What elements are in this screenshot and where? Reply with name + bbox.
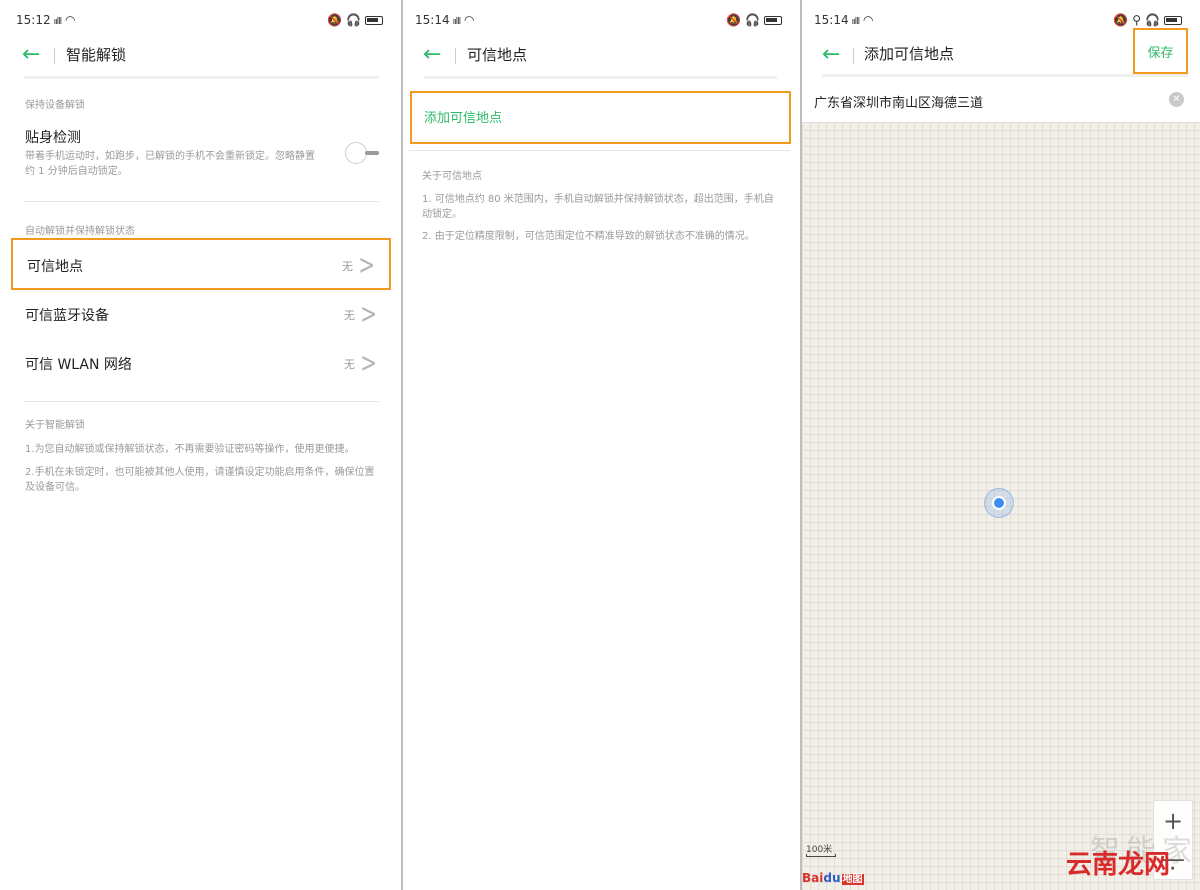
- header-divider: [455, 48, 456, 64]
- status-time: 15:14 ıılll ◠: [415, 13, 475, 27]
- header-divider: [853, 48, 854, 64]
- smart-unlock-screen: 15:12 ıılll ◠ 🔕 🎧 ← 智能解锁 保持设备解锁 贴身检测 带着手机…: [0, 0, 401, 890]
- divider: [24, 201, 379, 202]
- add-trusted-place-label: 添加可信地点: [424, 111, 503, 126]
- current-location-marker: [984, 488, 1014, 518]
- about-item-1: 1. 可信地点约 80 米范围内，手机自动解锁并保持解锁状态，超出范围，手机自动…: [422, 194, 774, 220]
- header-divider: [54, 48, 55, 64]
- mute-icon: 🔕: [327, 13, 343, 27]
- body-detect-toggle[interactable]: [343, 142, 379, 164]
- map-scale-bar: [806, 854, 836, 857]
- divider: [24, 401, 379, 402]
- address-bar[interactable]: 广东省深圳市南山区海德三道 ✕: [802, 86, 1200, 122]
- body-detect-desc: 带着手机运动时，如跑步，已解锁的手机不会重新锁定。忽略静置约 1 分钟后自动锁定…: [25, 151, 315, 177]
- page-title: 添加可信地点: [864, 45, 955, 63]
- toggle-track: [365, 151, 379, 155]
- chevron-right-icon: >: [358, 247, 375, 281]
- trusted-places-row[interactable]: 可信地点 无 >: [11, 238, 391, 290]
- header: ← 添加可信地点 保存: [802, 28, 1200, 74]
- add-trusted-place-button[interactable]: 添加可信地点: [410, 91, 791, 144]
- row-label: 可信蓝牙设备: [25, 308, 109, 324]
- headphones-icon: 🎧: [346, 13, 361, 27]
- mute-icon: 🔕: [1113, 13, 1129, 27]
- page-title: 智能解锁: [66, 46, 127, 64]
- wifi-icon: ◠: [64, 13, 76, 27]
- battery-icon: [764, 15, 782, 25]
- status-time: 15:12 ıılll ◠: [16, 13, 76, 27]
- save-button[interactable]: 保存: [1133, 28, 1188, 74]
- battery-icon: [365, 15, 383, 25]
- row-value: 无: [342, 260, 353, 273]
- header-divider-line: [822, 74, 1188, 77]
- section-keep-unlocked: 保持设备解锁: [25, 100, 85, 111]
- headphones-icon: 🎧: [745, 13, 760, 27]
- header-divider-line: [424, 76, 777, 79]
- toggle-knob: [345, 142, 367, 164]
- row-label: 可信 WLAN 网络: [25, 357, 132, 373]
- signal-icon: ıılll: [53, 17, 62, 27]
- trusted-places-screen: 15:14 ıılll ◠ 🔕 🎧 ← 可信地点 添加可信地点 关于可信地点 1.…: [403, 0, 800, 890]
- row-value: 无: [344, 358, 355, 371]
- section-auto-unlock: 自动解锁并保持解锁状态: [25, 226, 135, 237]
- headphones-icon: 🎧: [1145, 13, 1160, 27]
- back-arrow-icon[interactable]: ←: [22, 44, 40, 66]
- location-pin-icon: ⚲: [1132, 13, 1142, 27]
- status-time: 15:14 ıılll ◠: [814, 13, 874, 27]
- back-arrow-icon[interactable]: ←: [822, 44, 840, 66]
- clear-icon[interactable]: ✕: [1169, 92, 1184, 107]
- status-bar: 15:12 ıılll ◠ 🔕 🎧: [0, 11, 401, 31]
- section-about: 关于智能解锁: [25, 420, 85, 431]
- signal-icon: ıılll: [452, 17, 461, 27]
- add-trusted-place-screen: 15:14 ıılll ◠ 🔕 ⚲ 🎧 ← 添加可信地点 保存 广东省深圳市南山区…: [802, 0, 1200, 890]
- back-arrow-icon[interactable]: ←: [423, 44, 441, 66]
- status-bar: 15:14 ıılll ◠ 🔕 🎧: [403, 11, 800, 31]
- header: ← 智能解锁: [0, 40, 401, 72]
- page-title: 可信地点: [467, 46, 528, 64]
- mute-icon: 🔕: [726, 13, 742, 27]
- chevron-right-icon: >: [360, 296, 377, 330]
- row-value: 无: [344, 309, 355, 322]
- divider: [409, 150, 790, 151]
- about-item-2: 2. 由于定位精度限制，可信范围定位不精准导致的解锁状态不准确的情况。: [422, 231, 755, 242]
- body-detect-title: 贴身检测: [25, 130, 81, 146]
- trusted-bluetooth-row[interactable]: 可信蓝牙设备 无 >: [11, 289, 391, 341]
- section-about: 关于可信地点: [422, 171, 482, 182]
- address-text[interactable]: 广东省深圳市南山区海德三道: [814, 92, 983, 111]
- watermark-logo: 云南龙网·: [1066, 850, 1176, 880]
- signal-icon: ıılll: [851, 17, 860, 27]
- wifi-icon: ◠: [463, 13, 475, 27]
- battery-icon: [1164, 15, 1182, 25]
- row-label: 可信地点: [27, 259, 83, 275]
- about-item-1: 1.为您自动解锁或保持解锁状态，不再需要验证密码等操作，使用更便捷。: [25, 444, 355, 455]
- header-divider-line: [24, 76, 379, 79]
- baidu-map-logo: Baidu 地图: [802, 871, 864, 885]
- wifi-icon: ◠: [862, 13, 874, 27]
- trusted-wlan-row[interactable]: 可信 WLAN 网络 无 >: [11, 338, 391, 390]
- chevron-right-icon: >: [360, 345, 377, 379]
- header: ← 可信地点: [403, 40, 800, 72]
- about-item-2: 2.手机在未锁定时，也可能被其他人使用，请谨慎设定功能启用条件，确保位置及设备可…: [25, 467, 375, 493]
